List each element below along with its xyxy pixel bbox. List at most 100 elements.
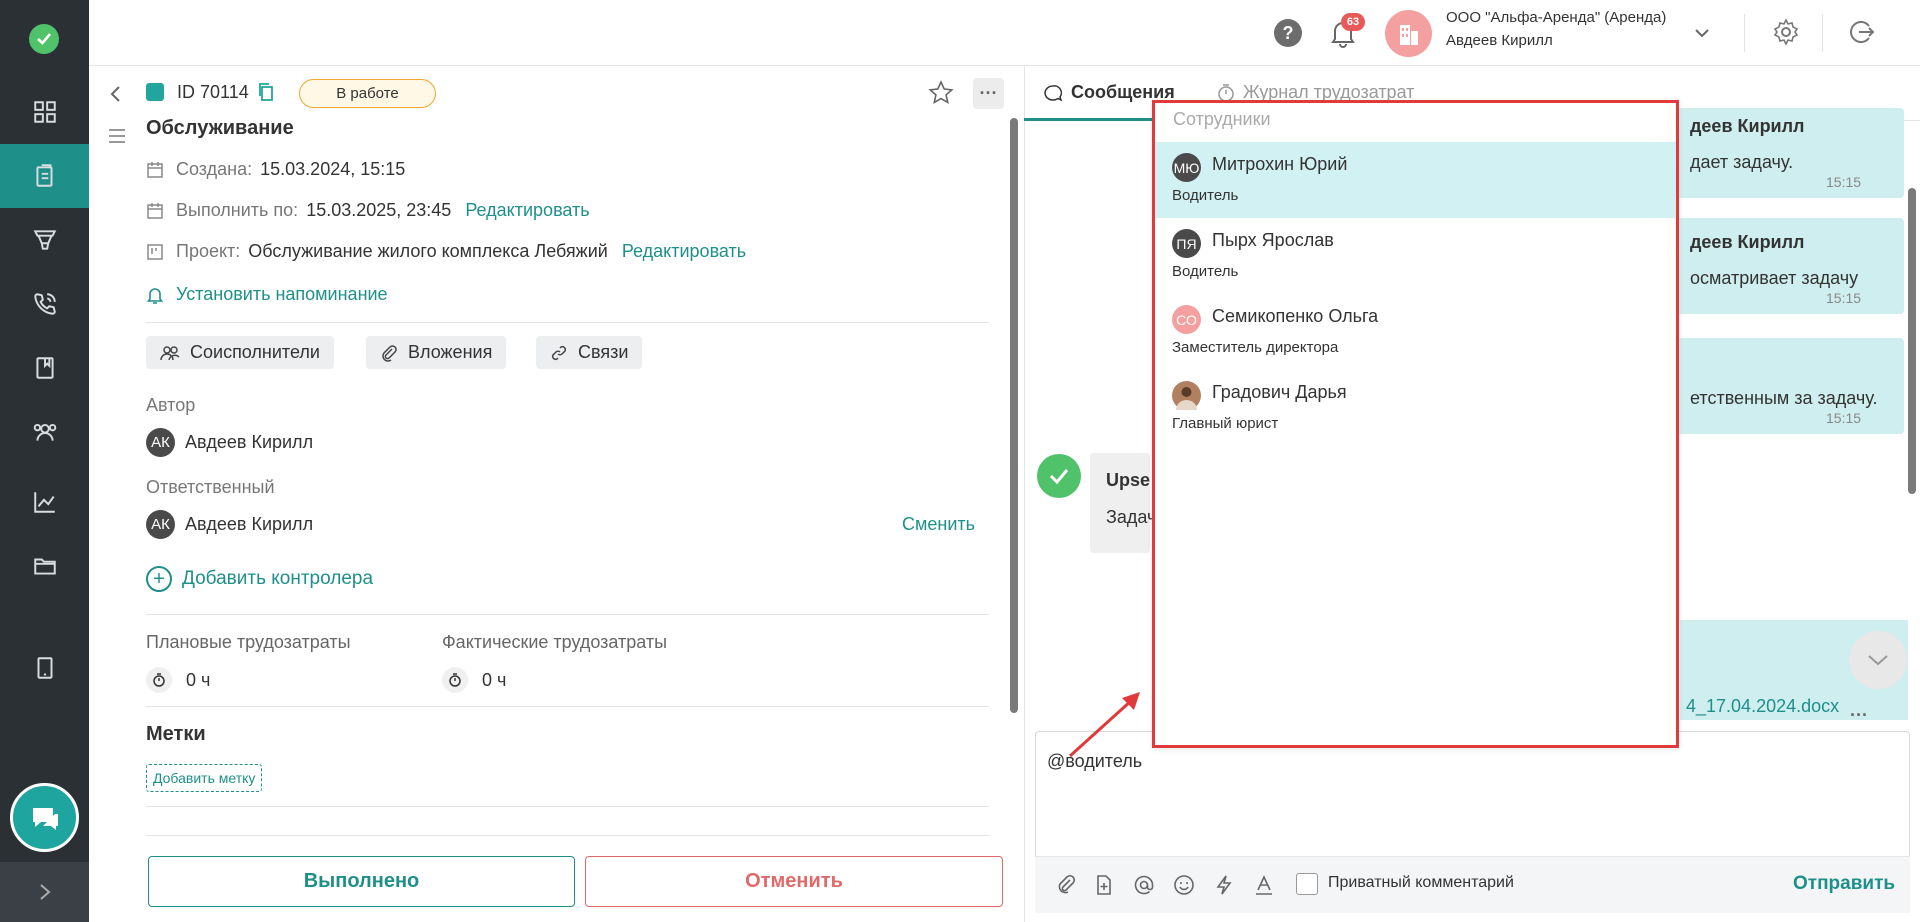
lightning-icon[interactable] (1213, 874, 1235, 896)
chip-label: Связи (578, 342, 629, 362)
actual-effort[interactable]: 0 ч (442, 667, 506, 693)
copy-icon[interactable] (257, 82, 275, 102)
cancel-button[interactable]: Отменить (585, 856, 1003, 907)
org-avatar[interactable] (1385, 10, 1432, 57)
back-arrow-icon[interactable] (108, 84, 124, 104)
chat-bubble-button[interactable] (10, 783, 79, 852)
app-logo-icon[interactable] (29, 24, 59, 54)
calendar-icon (147, 161, 163, 178)
text-format-icon[interactable] (1253, 874, 1275, 896)
employee-role: Заместитель директора (1172, 339, 1339, 356)
message-text: етственным за задачу. (1690, 388, 1878, 408)
planned-effort[interactable]: 0 ч (146, 667, 210, 693)
employee-role: Водитель (1172, 263, 1239, 280)
task-type-icon (146, 83, 164, 101)
org-name[interactable]: ООО "Альфа-Аренда" (Аренда) (1446, 9, 1666, 26)
sidebar-item-knowledge[interactable] (0, 336, 89, 400)
responsible[interactable]: АК Авдеев Кирилл (146, 510, 313, 539)
mention-option[interactable]: Градович Дарья Главный юрист (1155, 370, 1676, 446)
done-button[interactable]: Выполнено (148, 856, 575, 907)
responsible-label: Ответственный (146, 477, 275, 497)
divider (146, 806, 989, 807)
logout-icon[interactable] (1847, 18, 1875, 46)
file-more-button[interactable]: ··· (1850, 705, 1868, 726)
private-comment-checkbox[interactable] (1296, 873, 1318, 895)
chip-label: Вложения (408, 342, 493, 362)
chat-icon (32, 807, 58, 830)
mention-option[interactable]: СО Семикопенко Ольга Заместитель директо… (1155, 294, 1676, 370)
avatar: МЮ (1172, 153, 1201, 182)
message-time: 15:15 (1826, 174, 1862, 190)
file-add-icon[interactable] (1093, 874, 1115, 896)
actual-effort-label: Фактические трудозатраты (442, 632, 668, 652)
created-row: Создана: 15.03.2024, 15:15 (146, 159, 405, 180)
edit-project-link[interactable]: Редактировать (622, 241, 746, 262)
sidebar-item-calls[interactable] (0, 272, 89, 336)
sidebar-item-tasks[interactable] (0, 144, 89, 208)
gear-icon[interactable] (1772, 18, 1800, 46)
mention-option[interactable]: ПЯ Пырх Ярослав Водитель (1155, 218, 1676, 294)
file-link[interactable]: 4_17.04.2024.docx (1686, 696, 1839, 717)
avatar-photo (1172, 381, 1201, 410)
scrollbar[interactable] (1908, 188, 1916, 494)
add-tag-button[interactable]: Добавить метку (146, 764, 263, 792)
more-options-button[interactable]: ··· (973, 78, 1004, 109)
grid-icon (33, 101, 56, 123)
sidebar-item-analytics[interactable] (0, 470, 89, 534)
send-button[interactable]: Отправить (1793, 873, 1895, 895)
plus-icon: + (146, 566, 172, 592)
stopwatch-icon (146, 667, 172, 693)
tags-title: Метки (146, 723, 206, 745)
author[interactable]: АК Авдеев Кирилл (146, 428, 313, 457)
header-divider (1822, 14, 1823, 52)
sidebar-item-files[interactable] (0, 534, 89, 598)
scrollbar[interactable] (1010, 118, 1018, 713)
message-text: дает задачу. (1690, 152, 1794, 172)
message-author: Upse (1106, 470, 1151, 490)
co-executors-button[interactable]: Соисполнители (146, 336, 334, 369)
check-icon (1049, 469, 1069, 485)
sidebar-expand-button[interactable] (0, 862, 89, 922)
chevron-down-icon[interactable] (1693, 24, 1711, 42)
sidebar-item-contacts[interactable] (0, 400, 89, 464)
paperclip-icon[interactable] (1055, 874, 1077, 896)
avatar: АК (146, 510, 175, 539)
message-text: осматривает задачу (1690, 268, 1859, 288)
due-label: Выполнить по: (176, 200, 299, 220)
system-avatar (1037, 454, 1081, 498)
stopwatch-icon (442, 667, 468, 693)
system-message (1090, 453, 1150, 553)
dropdown-title: Сотрудники (1173, 109, 1271, 129)
mention-option[interactable]: МЮ Митрохин Юрий Водитель (1155, 142, 1676, 218)
clipboard-icon (35, 164, 52, 187)
change-responsible-link[interactable]: Сменить (902, 514, 975, 535)
add-controller-button[interactable]: + Добавить контролера (146, 566, 373, 592)
sidebar-item-mobile[interactable] (0, 636, 89, 700)
attachments-button[interactable]: Вложения (366, 336, 507, 369)
help-icon[interactable]: ? (1274, 19, 1302, 47)
message-author: деев Кирилл (1690, 232, 1805, 252)
avatar: СО (1172, 305, 1201, 334)
set-reminder-link[interactable]: Установить напоминание (146, 284, 388, 305)
chevron-down-icon (1868, 655, 1888, 666)
divider (146, 322, 989, 323)
sidebar-item-dashboard[interactable] (0, 80, 89, 144)
links-button[interactable]: Связи (536, 336, 643, 369)
scroll-down-button[interactable] (1849, 631, 1907, 689)
mention-icon[interactable] (1133, 874, 1155, 896)
employee-name: Митрохин Юрий (1212, 154, 1348, 174)
edit-due-link[interactable]: Редактировать (465, 200, 589, 221)
bell-icon (146, 287, 164, 304)
chip-label: Соисполнители (190, 342, 320, 362)
employee-name: Семикопенко Ольга (1212, 306, 1379, 326)
status-badge[interactable]: В работе (299, 79, 436, 108)
divider (146, 835, 989, 836)
calendar-icon (147, 202, 163, 219)
sidebar-item-funnel[interactable] (0, 208, 89, 272)
menu-icon[interactable] (107, 127, 127, 145)
planned-effort-value: 0 ч (186, 669, 211, 690)
current-user-name[interactable]: Авдеев Кирилл (1446, 32, 1553, 49)
emoji-icon[interactable] (1173, 874, 1195, 896)
star-icon[interactable] (928, 80, 954, 106)
annotation-arrow-icon (1068, 692, 1140, 758)
